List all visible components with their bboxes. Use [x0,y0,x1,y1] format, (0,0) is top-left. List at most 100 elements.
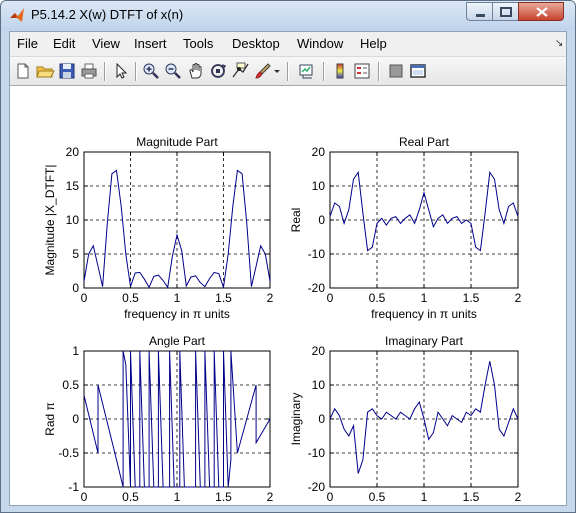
menu-tools[interactable]: Tools [183,36,213,51]
y-axis-label: Imaginary [289,393,303,446]
maximize-button[interactable] [492,2,519,21]
subplot-2[interactable]: 0 0.5 1 1.5 2 -20 -10 0 10 20 Real Part frequency i… [289,135,522,321]
minimize-button[interactable] [466,2,493,21]
y-tick-label: 20 [312,145,326,159]
y-tick-label: 5 [72,247,79,261]
matlab-logo-icon [10,8,24,22]
x-tick-label: 2 [515,291,522,305]
y-tick-label: -0.5 [58,446,79,460]
menu-insert[interactable]: Insert [134,36,167,51]
data-cursor-icon[interactable] [230,61,250,81]
brush-dropdown-icon[interactable] [272,61,282,81]
x-axis-label: frequency in π units [371,307,477,321]
maximize-icon [500,7,512,17]
y-tick-label: 20 [66,145,80,159]
x-tick-label: 2 [267,490,274,504]
subplots-canvas[interactable]: 0 0.5 1 1.5 205101520Magnitude Partfrequency… [10,86,566,512]
print-icon[interactable] [79,61,99,81]
x-tick-label: 0 [327,291,334,305]
window-title: P5.14.2 X(w) DTFT of x(n) [31,7,184,22]
y-tick-label: -10 [308,247,326,261]
figure-canvas: 0 0.5 1 1.5 2 0 5 10 15 20 Magnitude Part frequency… [10,86,566,512]
subplot-1[interactable]: 0 0.5 1 1.5 205101520Magnitude Partfrequency… [43,135,274,321]
x-tick-label: 0 [327,490,334,504]
toolbar-separator [323,62,325,81]
zoom-out-icon[interactable] [163,61,183,81]
y-tick-label: 0 [318,213,325,227]
insert-legend-icon[interactable] [352,61,372,81]
menu-window[interactable]: Window [297,36,343,51]
menu-desktop[interactable]: Desktop [232,36,280,51]
toolbar-separator [104,62,106,81]
x-tick-label: 0 [81,490,88,504]
subplot-4[interactable]: 00.511.52-20-1001020Imaginary Partfreque… [289,334,522,512]
menu-edit[interactable]: Edit [53,36,75,51]
x-tick-label: 2 [515,490,522,504]
menu-view[interactable]: View [92,36,120,51]
hide-plot-tools-icon[interactable] [386,61,406,81]
x-tick-label: 1 [421,490,428,504]
y-axis-label: Rad π [43,402,57,436]
y-tick-label: 1 [72,344,79,358]
y-tick-label: -20 [308,480,326,494]
menu-help[interactable]: Help [360,36,387,51]
open-folder-icon[interactable] [35,61,55,81]
pan-hand-icon[interactable] [186,61,206,81]
x-tick-label: 1 [421,291,428,305]
minimize-icon [476,14,485,17]
y-tick-label: 10 [312,179,326,193]
subplot-title: Magnitude Part [136,135,218,149]
x-tick-label: 1.5 [463,291,480,305]
x-axis-label: frequency in π units [124,307,230,321]
y-axis-label: Magnitude |X_DTFT| [43,165,57,276]
show-plot-tools-icon[interactable] [408,61,428,81]
link-plot-icon[interactable] [297,61,317,81]
y-tick-label: 0 [318,412,325,426]
toolbar-separator [378,62,380,81]
x-tick-label: 2 [267,291,274,305]
close-icon [536,7,548,17]
x-tick-label: 1 [174,490,181,504]
toolbar-separator [135,62,137,81]
y-tick-label: 10 [66,213,80,227]
subplot-title: Real Part [399,135,450,149]
close-button[interactable] [518,2,564,21]
new-file-icon[interactable] [13,61,33,81]
subplot-3[interactable]: 00.511.52-1-0.500.51Angle Partfrequency … [43,334,274,512]
y-axis-label: Real [289,208,303,233]
subplot-title: Imaginary Part [385,334,464,348]
y-tick-label: -10 [308,446,326,460]
x-tick-label: 0.5 [122,490,139,504]
y-tick-label: -1 [68,480,79,494]
menu-bar: File Edit View Insert Tools Desktop Wind… [10,32,566,56]
toolbar-separator [287,62,289,81]
x-tick-label: 0.5 [122,291,139,305]
figure-toolbar [10,56,566,86]
title-bar[interactable]: P5.14.2 X(w) DTFT of x(n) [1,1,575,31]
insert-colorbar-icon[interactable] [330,61,350,81]
x-tick-label: 1 [174,291,181,305]
figure-client-area: File Edit View Insert Tools Desktop Wind… [9,31,567,512]
subplot-title: Angle Part [149,334,206,348]
x-tick-label: 1.5 [215,490,232,504]
zoom-in-icon[interactable] [141,61,161,81]
save-icon[interactable] [57,61,77,81]
x-tick-label: 1.5 [463,490,480,504]
rotate-3d-icon[interactable] [208,61,228,81]
x-tick-label: 0.5 [369,291,386,305]
y-tick-label: 10 [312,378,326,392]
y-tick-label: 0 [72,412,79,426]
dock-arrow-icon[interactable]: ↘ [555,38,563,49]
y-tick-label: 15 [66,179,80,193]
x-tick-label: 0 [81,291,88,305]
y-tick-label: 20 [312,344,326,358]
y-tick-label: -20 [308,281,326,295]
y-tick-label: 0.5 [62,378,79,392]
brush-icon[interactable] [253,61,273,81]
y-tick-label: 0 [72,281,79,295]
x-tick-label: 0.5 [369,490,386,504]
figure-window: P5.14.2 X(w) DTFT of x(n) File Edit View… [0,0,576,513]
edit-plot-arrow-icon[interactable] [111,61,131,81]
x-tick-label: 1.5 [215,291,232,305]
menu-file[interactable]: File [17,36,38,51]
